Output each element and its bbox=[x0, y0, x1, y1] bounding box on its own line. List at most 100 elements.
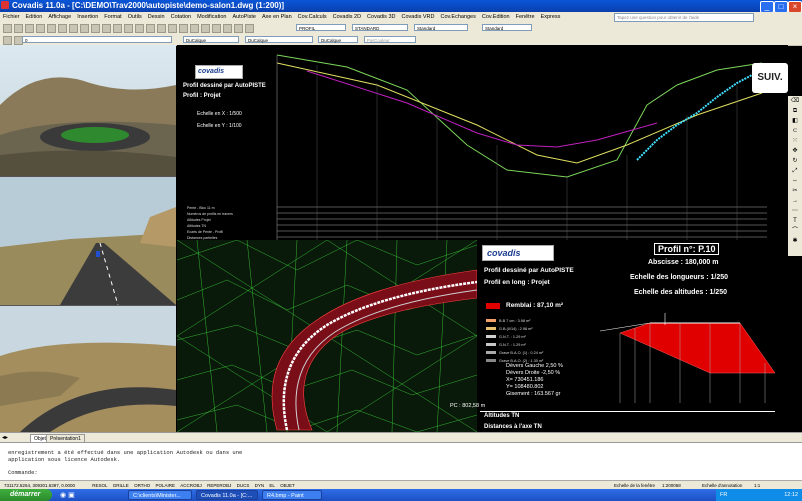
paste-icon[interactable] bbox=[91, 24, 100, 33]
taskbar-item-covadis[interactable]: Covadis 11.0a - [C:... bbox=[196, 490, 258, 500]
menu-fenetre[interactable]: Fenêtre bbox=[513, 12, 538, 22]
desktop-icon[interactable]: ▣ bbox=[68, 492, 75, 499]
menu-covadis-2d[interactable]: Covadis 2D bbox=[330, 12, 364, 22]
explode-icon[interactable]: ✱ bbox=[790, 237, 800, 246]
lineweight-select[interactable]: DuCalque bbox=[318, 36, 358, 43]
plan-view[interactable] bbox=[177, 240, 477, 432]
viewport-3d-curve[interactable] bbox=[0, 306, 176, 433]
menu-cov-calculs[interactable]: Cov.Calculs bbox=[295, 12, 330, 22]
stretch-icon[interactable]: ⇔ bbox=[790, 177, 800, 186]
menu-dessin[interactable]: Dessin bbox=[145, 12, 168, 22]
dim-style-select[interactable]: Standard bbox=[414, 24, 468, 31]
app-icon[interactable] bbox=[1, 1, 9, 9]
curve-render bbox=[0, 306, 176, 432]
echelle-longueurs-label: Echelle des longueurs : 1/250 bbox=[630, 274, 729, 281]
cut-icon[interactable] bbox=[69, 24, 78, 33]
legend-item: B.B 7 cm : 3.98 m² bbox=[486, 317, 543, 325]
help-search-input[interactable]: Tapez une question pour obtenir de l'aid… bbox=[614, 13, 754, 22]
design-center-icon[interactable] bbox=[190, 24, 199, 33]
help-icon[interactable] bbox=[245, 24, 254, 33]
tab-nav-icon[interactable]: ◂▸ bbox=[2, 434, 8, 441]
text-icon[interactable]: T bbox=[790, 217, 800, 226]
viewport-3d-roundabout[interactable] bbox=[0, 45, 176, 177]
covadis-logo: covadis bbox=[195, 65, 243, 79]
palettes-icon[interactable] bbox=[201, 24, 210, 33]
layer-manager-icon[interactable] bbox=[3, 36, 12, 45]
language-indicator[interactable]: FR bbox=[720, 489, 727, 501]
offset-icon[interactable]: ⊂ bbox=[790, 127, 800, 136]
cross-profile-subtitle: Profil en long : Projet bbox=[484, 279, 550, 286]
open-icon[interactable] bbox=[14, 24, 23, 33]
preview-icon[interactable] bbox=[47, 24, 56, 33]
legend-item: G.N.T. : 1.29 m² bbox=[486, 341, 543, 349]
zoom-window-icon[interactable] bbox=[157, 24, 166, 33]
taskbar-item-paint[interactable]: R4.bmp - Paint bbox=[262, 490, 322, 500]
redo-icon[interactable] bbox=[124, 24, 133, 33]
menu-modification[interactable]: Modification bbox=[194, 12, 229, 22]
zoom-previous-icon[interactable] bbox=[168, 24, 177, 33]
table-style-select[interactable]: Standard bbox=[482, 24, 532, 31]
save-icon[interactable] bbox=[25, 24, 34, 33]
zoom-icon[interactable] bbox=[146, 24, 155, 33]
menu-axe-en-plan[interactable]: Axe en Plan bbox=[259, 12, 295, 22]
command-history-line: enregistrement a été effectué dans une a… bbox=[8, 449, 243, 456]
new-icon[interactable] bbox=[3, 24, 12, 33]
menu-autopiste[interactable]: AutoPiste bbox=[229, 12, 259, 22]
array-icon[interactable]: ⁙ bbox=[790, 137, 800, 146]
menu-cov-echanges[interactable]: Cov.Echanges bbox=[438, 12, 479, 22]
undo-icon[interactable] bbox=[113, 24, 122, 33]
menu-outils[interactable]: Outils bbox=[125, 12, 145, 22]
menu-cov-edition[interactable]: Cov.Edition bbox=[479, 12, 513, 22]
copy-icon[interactable] bbox=[80, 24, 89, 33]
title-bar[interactable]: Covadis 11.0a - [C:\DEMO\Trav2000\autopi… bbox=[0, 0, 802, 13]
menu-fichier[interactable]: Fichier bbox=[0, 12, 23, 22]
calc-icon[interactable] bbox=[234, 24, 243, 33]
layer-select[interactable]: 0 bbox=[22, 36, 172, 43]
match-icon[interactable] bbox=[102, 24, 111, 33]
menu-bar: Fichier Edition Affichage Insertion Format Ou… bbox=[0, 12, 802, 22]
legend-label: G.B.(0/14) : 2.96 m² bbox=[499, 327, 533, 331]
gisement: Gisement : 163.567 gr bbox=[506, 391, 561, 397]
properties-icon[interactable] bbox=[179, 24, 188, 33]
menu-cotation[interactable]: Cotation bbox=[168, 12, 195, 22]
menu-insertion[interactable]: Insertion bbox=[74, 12, 101, 22]
markup-icon[interactable] bbox=[223, 24, 232, 33]
ie-icon[interactable]: ◉ bbox=[60, 492, 66, 499]
linetype-select[interactable]: DuCalque bbox=[245, 36, 313, 43]
menu-affichage[interactable]: Affichage bbox=[45, 12, 74, 22]
next-button[interactable]: SUIV. bbox=[752, 63, 788, 93]
mirror-icon[interactable]: ◧ bbox=[790, 117, 800, 126]
publish-icon[interactable] bbox=[58, 24, 67, 33]
menu-covadis-vrd[interactable]: Covadis VRD bbox=[398, 12, 437, 22]
extend-icon[interactable]: → bbox=[790, 197, 800, 206]
menu-format[interactable]: Format bbox=[101, 12, 124, 22]
drawing-area[interactable]: covadis Profil dessiné par AutoPISTE Pro… bbox=[177, 45, 788, 432]
profil-style-select[interactable]: PROFIL bbox=[296, 24, 346, 31]
command-window[interactable]: enregistrement a été effectué dans une a… bbox=[0, 442, 802, 481]
text-style-select[interactable]: STANDARD bbox=[352, 24, 408, 31]
sheet-set-icon[interactable] bbox=[212, 24, 221, 33]
print-icon[interactable] bbox=[36, 24, 45, 33]
scale-icon[interactable]: ⤢ bbox=[790, 167, 800, 176]
taskbar-item-explorer[interactable]: C:\clients\Minister... bbox=[128, 490, 192, 500]
devers-droite: Dévers Droite -2,50 % bbox=[506, 370, 561, 376]
trim-icon[interactable]: ✂ bbox=[790, 187, 800, 196]
menu-covadis-3d[interactable]: Covadis 3D bbox=[364, 12, 398, 22]
menu-express[interactable]: Express bbox=[538, 12, 564, 22]
rotate-icon[interactable]: ↻ bbox=[790, 157, 800, 166]
pan-icon[interactable] bbox=[135, 24, 144, 33]
color-select[interactable]: DuCalque bbox=[183, 36, 239, 43]
command-prompt[interactable]: Commande: bbox=[0, 469, 802, 476]
move-icon[interactable]: ✥ bbox=[790, 147, 800, 156]
menu-edition[interactable]: Edition bbox=[23, 12, 46, 22]
window-title: Covadis 11.0a - [C:\DEMO\Trav2000\autopi… bbox=[12, 1, 285, 10]
viewport-3d-highway[interactable] bbox=[0, 177, 176, 306]
erase-icon[interactable]: ⌫ bbox=[790, 97, 800, 106]
pc-label: PC : 802,58 m bbox=[450, 403, 486, 409]
start-button[interactable]: démarrer bbox=[0, 489, 52, 501]
plotstyle-select[interactable]: ParCouleur bbox=[364, 36, 416, 43]
clock[interactable]: 12:12 bbox=[784, 492, 798, 498]
fillet-icon[interactable]: ⌒ bbox=[790, 227, 800, 236]
break-icon[interactable]: ⋯ bbox=[790, 207, 800, 216]
copy-object-icon[interactable]: ⧉ bbox=[790, 107, 800, 116]
